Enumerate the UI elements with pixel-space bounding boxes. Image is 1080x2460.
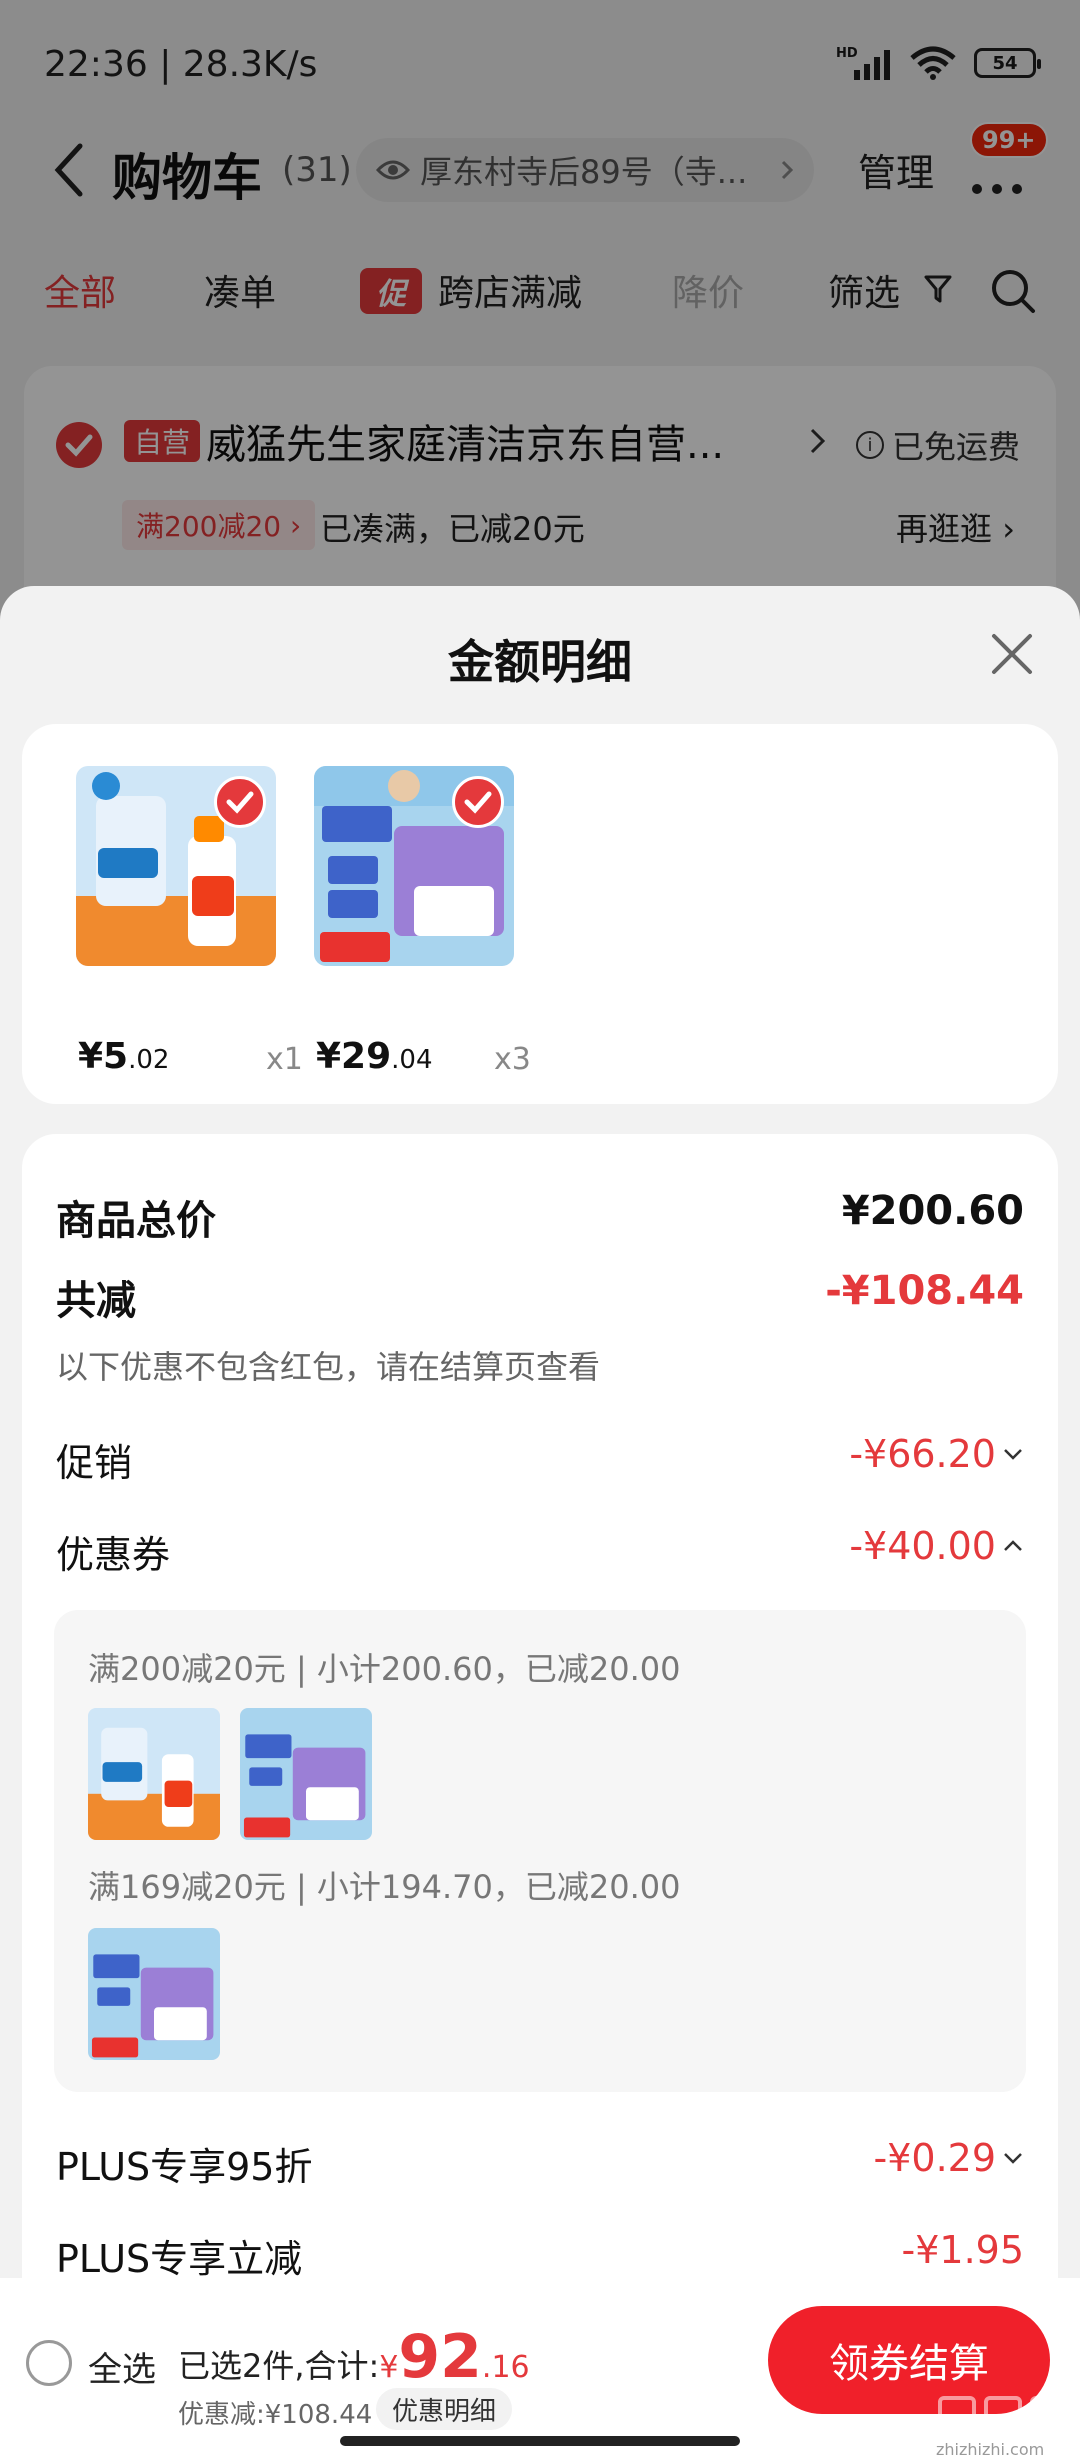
plus95-row[interactable]: -¥0.29 <box>874 2136 1025 2180</box>
tissue-thumbnail <box>240 1708 372 1840</box>
close-icon[interactable] <box>988 630 1036 678</box>
discount-note: 以下优惠不包含红包，请在结算页查看 <box>56 1348 601 1386</box>
chevron-down-icon <box>1004 2153 1022 2164</box>
total-reduce-value: -¥108.44 <box>825 1268 1024 1314</box>
tissue-thumbnail <box>88 1928 220 2060</box>
promotion-label: 促销 <box>56 1441 133 1485</box>
product-price: ¥29.04 <box>316 1036 433 1077</box>
coupon-value: -¥40.00 <box>849 1524 996 1568</box>
total-decimal: .16 <box>481 2350 530 2385</box>
promotion-row[interactable]: -¥66.20 <box>849 1432 1024 1476</box>
plus-reduce-label: PLUS专享立减 <box>56 2237 303 2281</box>
check-icon <box>464 791 492 814</box>
product-quantity: x1 <box>266 1042 303 1077</box>
product-checkbox[interactable] <box>214 776 266 828</box>
discount-amount: 优惠减:¥108.44 <box>178 2400 373 2430</box>
tissue-product-image <box>314 766 514 966</box>
product-item[interactable]: ¥29.04 x3 <box>314 766 531 1077</box>
chevron-up-icon <box>1004 1540 1022 1551</box>
coupon-detail-line: 满200减20元 | 小计200.60，已减20.00 <box>88 1650 681 1688</box>
total-reduce-label: 共减 <box>56 1278 136 1324</box>
product-quantity: x3 <box>494 1042 531 1077</box>
currency-symbol: ¥ <box>379 2350 399 2385</box>
discount-detail-button[interactable]: 优惠明细 <box>376 2388 513 2430</box>
selected-products-card: ¥5.02 x1 ¥29.04 x3 <box>22 724 1058 1104</box>
toilet-cleaner-product-image <box>76 766 276 966</box>
price-detail-card: 商品总价 ¥200.60 共减 -¥108.44 以下优惠不包含红包，请在结算页… <box>22 1134 1058 2434</box>
promotion-value: -¥66.20 <box>849 1432 996 1476</box>
product-price: ¥5.02 <box>78 1036 170 1077</box>
checkout-bar: 全选 已选2件,合计: ¥92.16 优惠减:¥108.44 优惠明细 领券结算 <box>0 2278 1080 2460</box>
selected-summary: 已选2件,合计: ¥92.16 <box>178 2322 530 2392</box>
product-checkbox[interactable] <box>452 776 504 828</box>
chevron-down-icon <box>1004 1449 1022 1460</box>
total-price-label: 商品总价 <box>56 1198 216 1244</box>
total-amount: 92 <box>398 2322 482 2392</box>
coupon-row[interactable]: -¥40.00 <box>849 1524 1024 1568</box>
toilet-cleaner-thumbnail <box>88 1708 220 1840</box>
sheet-title: 金额明细 <box>448 635 632 689</box>
amount-detail-sheet: 金额明细 ¥5.02 x1 ¥29.04 x3 商品总价 ¥200.60 共减 … <box>0 586 1080 2460</box>
plus95-label: PLUS专享95折 <box>56 2145 313 2189</box>
home-indicator[interactable] <box>340 2436 740 2446</box>
coupon-detail-line: 满169减20元 | 小计194.70，已减20.00 <box>88 1868 681 1906</box>
coupon-detail-box: 满200减20元 | 小计200.60，已减20.00 满169减20元 | 小… <box>54 1610 1026 2092</box>
check-icon <box>226 791 254 814</box>
watermark-text: zhizhizhi.com <box>936 2440 1045 2459</box>
plus95-value: -¥0.29 <box>873 2136 997 2180</box>
summary-prefix: 已选2件,合计: <box>178 2347 380 2385</box>
coupon-label: 优惠券 <box>56 1533 171 1577</box>
total-price-value: ¥200.60 <box>841 1188 1024 1234</box>
select-all-label[interactable]: 全选 <box>88 2342 156 2391</box>
plus-reduce-value: -¥1.95 <box>901 2228 1025 2272</box>
product-item[interactable]: ¥5.02 x1 <box>76 766 303 1077</box>
select-all-radio[interactable] <box>26 2340 72 2386</box>
